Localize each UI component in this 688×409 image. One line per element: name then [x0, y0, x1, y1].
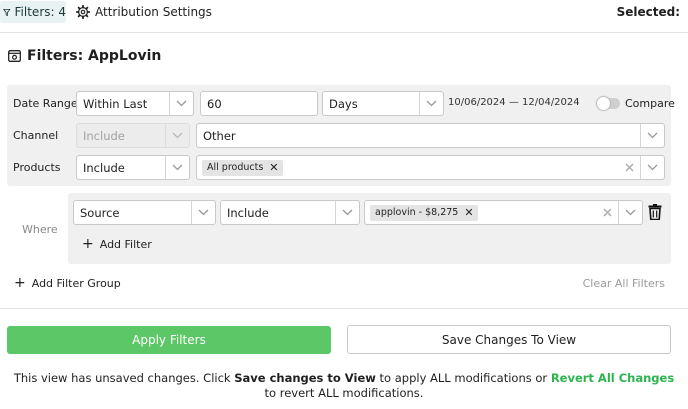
top-bar: Filters: 4 Attribution Settings Selected…: [0, 0, 688, 33]
attribution-settings-label: Attribution Settings: [95, 5, 212, 19]
panel-title: Filters: AppLovin: [8, 46, 161, 66]
date-unit-value: Days: [329, 96, 358, 111]
clear-all-filters-button[interactable]: Clear All Filters: [583, 277, 665, 290]
where-value-tag-label: applovin - $8,275: [375, 207, 459, 218]
compare-toggle[interactable]: [597, 97, 620, 110]
chevron-down-icon: [618, 201, 642, 224]
chevron-down-icon: [419, 92, 443, 115]
revert-all-changes-link[interactable]: Revert All Changes: [551, 371, 674, 385]
notice-text-3: to revert ALL modifications.: [264, 386, 424, 400]
products-value-select[interactable]: All products ✕: [196, 155, 665, 180]
channel-label: Channel: [13, 129, 59, 142]
gear-icon: [76, 5, 90, 19]
remove-tag-icon[interactable]: ✕: [464, 206, 473, 219]
channel-operator-select: Include: [76, 123, 190, 148]
date-amount-input[interactable]: 60: [200, 91, 318, 116]
add-filter-group-button[interactable]: + Add Filter Group: [14, 276, 121, 290]
channel-value: Other: [203, 128, 236, 143]
date-operator-select[interactable]: Within Last: [76, 91, 194, 116]
chevron-down-icon: [165, 156, 189, 179]
date-operator-value: Within Last: [83, 96, 148, 111]
apply-filters-button[interactable]: Apply Filters: [7, 326, 331, 354]
selected-label: Selected:: [616, 5, 680, 19]
save-changes-link[interactable]: Save changes to View: [234, 371, 376, 385]
compare-label: Compare: [625, 97, 675, 110]
date-range-text: 10/06/2024 — 12/04/2024: [448, 97, 580, 108]
add-filter-label: Add Filter: [99, 237, 152, 251]
where-operator-value: Include: [227, 205, 269, 220]
channel-operator-value: Include: [83, 128, 125, 143]
unsaved-changes-notice: This view has unsaved changes. Click Sav…: [10, 371, 678, 401]
products-operator-value: Include: [83, 160, 125, 175]
filters-toggle-button[interactable]: Filters: 4: [0, 1, 66, 23]
products-tag: All products ✕: [202, 159, 283, 176]
where-label: Where: [22, 223, 58, 236]
chevron-down-icon: [169, 92, 193, 115]
chevron-down-icon: [165, 124, 189, 147]
where-value-select[interactable]: applovin - $8,275 ✕: [364, 200, 643, 225]
date-amount-value: 60: [207, 96, 222, 111]
funnel-icon: [3, 8, 11, 16]
clear-icon[interactable]: [596, 201, 618, 224]
chevron-down-icon: [191, 201, 215, 224]
compare-toggle-knob: [597, 97, 610, 110]
where-operator-select[interactable]: Include: [220, 200, 360, 225]
remove-tag-icon[interactable]: ✕: [269, 161, 278, 174]
date-unit-select[interactable]: Days: [322, 91, 444, 116]
filters-count-label: Filters: 4: [14, 5, 66, 19]
channel-value-select[interactable]: Other: [196, 123, 665, 148]
add-filter-button[interactable]: + Add Filter: [82, 237, 152, 251]
attribution-settings-button[interactable]: Attribution Settings: [76, 2, 212, 22]
products-operator-select[interactable]: Include: [76, 155, 190, 180]
notice-text-2: to apply ALL modifications or: [375, 371, 551, 385]
where-value-tag: applovin - $8,275 ✕: [370, 204, 478, 221]
panel-title-text: Filters: AppLovin: [27, 48, 162, 64]
products-label: Products: [13, 161, 61, 174]
chevron-down-icon: [335, 201, 359, 224]
where-field-select[interactable]: Source: [73, 200, 216, 225]
products-tag-label: All products: [207, 162, 264, 173]
plus-icon: +: [14, 275, 26, 291]
add-filter-group-label: Add Filter Group: [31, 276, 121, 290]
trash-icon[interactable]: [648, 204, 662, 220]
notice-text-1: This view has unsaved changes. Click: [13, 371, 235, 385]
clear-icon[interactable]: [618, 156, 640, 179]
chevron-down-icon: [640, 156, 664, 179]
where-field-value: Source: [80, 205, 120, 220]
plus-icon: +: [82, 236, 94, 252]
filter-panel-icon: [8, 50, 21, 62]
divider: [0, 308, 688, 309]
chevron-down-icon: [640, 124, 664, 147]
save-changes-to-view-button[interactable]: Save Changes To View: [347, 325, 671, 354]
date-range-label: Date Range: [13, 97, 78, 110]
